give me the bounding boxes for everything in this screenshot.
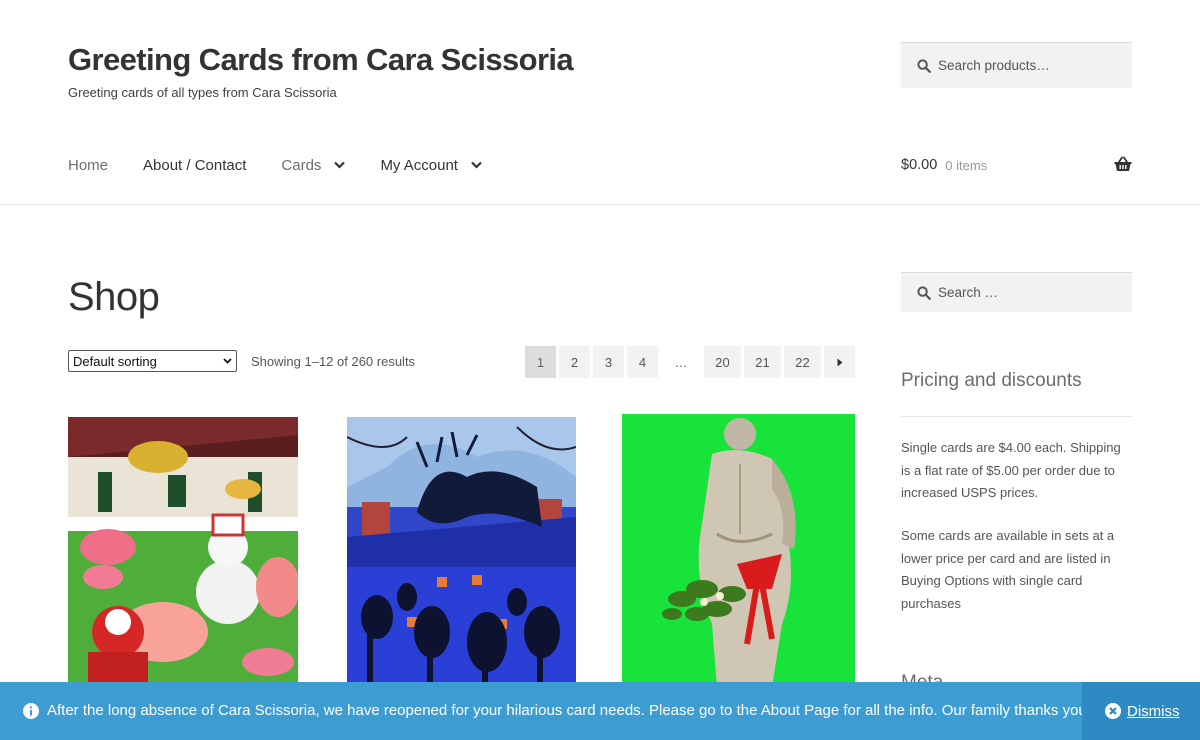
page-link[interactable]: 20 [704,346,741,378]
basket-icon[interactable] [1114,156,1132,172]
dismiss-label: Dismiss [1127,702,1180,720]
page-link[interactable]: 21 [744,346,781,378]
sorting-selected-value: Default sorting [73,353,157,369]
divider [901,416,1132,417]
nav-item-cards[interactable]: Cards [281,156,346,174]
store-notice: After the long absence of Cara Scissoria… [0,682,1200,740]
widget-paragraph: Single cards are $4.00 each. Shipping is… [901,440,1121,500]
product-image[interactable] [68,417,298,687]
sidebar-search-placeholder: Search … [938,285,999,300]
page-link[interactable]: 4 [627,346,658,378]
nav-item-my-account[interactable]: My Account [380,157,482,174]
page-current: 1 [525,346,556,378]
page-link[interactable]: 22 [784,346,821,378]
sidebar-search-input[interactable]: Search … [901,272,1132,312]
chevron-down-icon[interactable] [334,161,346,169]
page-link[interactable]: 3 [593,346,624,378]
site-tagline: Greeting cards of all types from Cara Sc… [68,85,337,100]
nav-item-label: Cards [281,156,322,174]
site-title[interactable]: Greeting Cards from Cara Scissoria [68,42,574,78]
page-link[interactable]: 2 [559,346,590,378]
search-icon [917,58,931,73]
nav-item-label: Home [68,156,109,174]
page-title: Shop [68,275,160,319]
product-image[interactable] [622,414,855,687]
dismiss-button[interactable]: Dismiss [1082,682,1200,740]
result-count: Showing 1–12 of 260 results [251,354,416,369]
product-search-input[interactable]: Search products… [901,42,1132,88]
product-image[interactable] [347,417,576,687]
widget-title: Pricing and discounts [901,370,1082,391]
info-icon [23,703,39,719]
store-notice-message: After the long absence of Cara Scissoria… [47,702,1091,719]
chevron-right-icon [837,358,842,366]
widget-paragraph: Some cards are available in sets at a lo… [901,528,1115,611]
header-cart[interactable]: $0.00 0 items [901,155,1132,175]
chevron-down-icon[interactable] [471,161,482,169]
primary-navigation: Home About / Contact Cards My Account [68,155,517,175]
next-page-button[interactable] [824,346,855,378]
nav-item-about-contact[interactable]: About / Contact [143,157,246,174]
close-icon [1105,703,1121,719]
sorting-select[interactable]: Default sorting [68,350,237,372]
page-ellipsis: … [674,354,688,370]
pagination: 1 2 3 4 … 20 21 22 [525,346,858,378]
nav-item-home[interactable]: Home [68,157,108,174]
search-icon [917,285,931,300]
cart-item-count: 0 items [945,157,988,173]
chevron-down-icon [223,357,232,365]
product-search-placeholder: Search products… [938,58,1050,73]
cart-amount: $0.00 [901,157,938,173]
site-header: Greeting Cards from Cara Scissoria Greet… [0,0,1200,205]
nav-item-label: About / Contact [143,156,247,174]
nav-item-label: My Account [380,156,458,174]
